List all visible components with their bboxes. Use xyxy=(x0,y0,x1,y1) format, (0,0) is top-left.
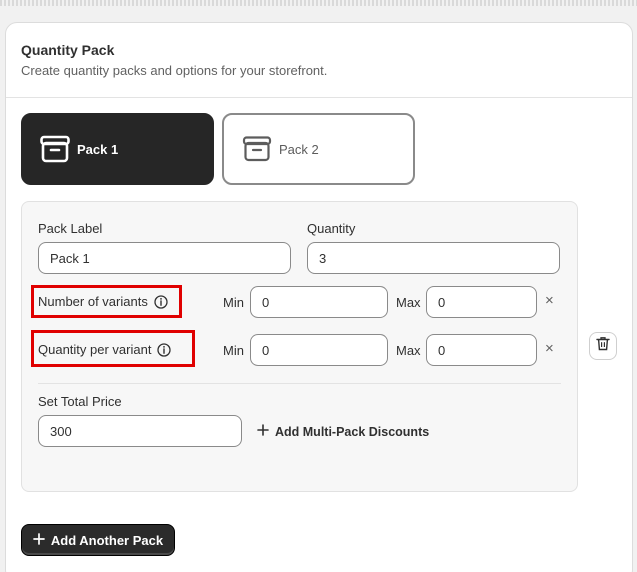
tab-label: Pack 2 xyxy=(279,141,319,157)
delete-pack-button[interactable] xyxy=(589,332,617,360)
card-header: Quantity Pack Create quantity packs and … xyxy=(6,23,632,98)
pack-label-input[interactable] xyxy=(38,242,291,274)
total-price-label: Set Total Price xyxy=(38,394,122,409)
quantity-input[interactable] xyxy=(307,242,560,274)
pack-label-label: Pack Label xyxy=(38,221,103,236)
quantity-per-variant-text: Quantity per variant xyxy=(38,342,152,357)
tab-pack-2[interactable]: Pack 2 xyxy=(222,113,415,185)
page-subtitle: Create quantity packs and options for yo… xyxy=(21,63,328,78)
quantity-per-variant-label: Quantity per variant xyxy=(38,342,172,357)
number-of-variants-label: Number of variants xyxy=(38,294,168,309)
box-icon xyxy=(39,133,71,165)
box-icon xyxy=(241,133,273,165)
per-variant-min-label: Min xyxy=(223,343,244,358)
variants-min-label: Min xyxy=(223,295,244,310)
trash-icon xyxy=(596,336,610,356)
number-of-variants-text: Number of variants xyxy=(38,294,148,309)
close-icon[interactable]: × xyxy=(545,341,554,356)
top-border-strip xyxy=(0,0,637,6)
variants-min-input[interactable] xyxy=(250,286,388,318)
info-icon[interactable] xyxy=(154,294,168,309)
per-variant-min-input[interactable] xyxy=(250,334,388,366)
tab-pack-1[interactable]: Pack 1 xyxy=(21,113,214,185)
total-price-input[interactable] xyxy=(38,415,242,447)
info-icon[interactable] xyxy=(157,342,172,357)
add-another-pack-button[interactable]: Add Another Pack xyxy=(21,524,175,556)
divider xyxy=(38,383,561,384)
pack-settings-panel: Pack Label Quantity Number of variants M… xyxy=(21,201,578,492)
add-multi-pack-discounts-label: Add Multi-Pack Discounts xyxy=(275,424,430,439)
add-multi-pack-discounts-button[interactable]: Add Multi-Pack Discounts xyxy=(257,424,429,439)
add-another-pack-label: Add Another Pack xyxy=(50,532,164,548)
tab-label: Pack 1 xyxy=(77,141,119,157)
variants-max-label: Max xyxy=(396,295,421,310)
close-icon[interactable]: × xyxy=(545,293,554,308)
quantity-label: Quantity xyxy=(307,221,356,236)
plus-icon xyxy=(257,424,269,439)
quantity-pack-card: Quantity Pack Create quantity packs and … xyxy=(5,22,633,572)
per-variant-max-label: Max xyxy=(396,343,421,358)
variants-max-input[interactable] xyxy=(426,286,537,318)
per-variant-max-input[interactable] xyxy=(426,334,537,366)
page-title: Quantity Pack xyxy=(21,42,115,58)
plus-icon xyxy=(33,532,45,548)
